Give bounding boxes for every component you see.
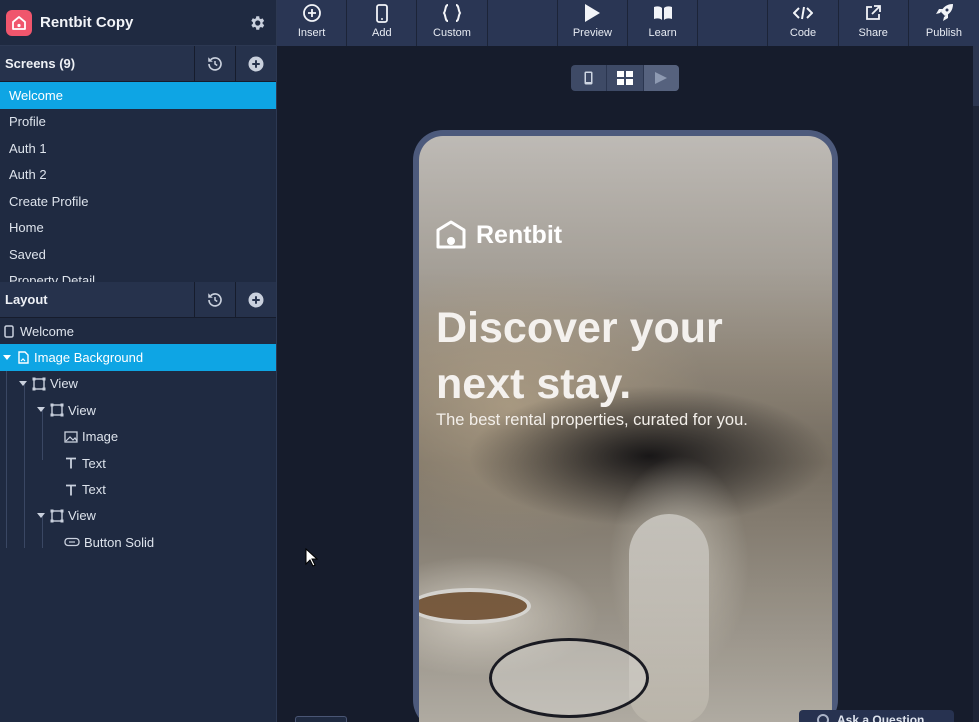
- ask-question-button[interactable]: Ask a Question: [799, 710, 954, 722]
- toolbar-spacer: [488, 0, 558, 46]
- headline-text: Discover your next stay.: [436, 304, 723, 408]
- layout-title: Layout: [5, 292, 48, 307]
- add-component-button[interactable]: [235, 282, 276, 317]
- tree-node-button-solid[interactable]: Button Solid: [0, 529, 276, 555]
- custom-button[interactable]: Custom: [417, 0, 488, 46]
- document-image-icon: [16, 351, 30, 365]
- text-icon: [64, 483, 78, 497]
- preview-button[interactable]: Preview: [558, 0, 629, 46]
- mouse-cursor-icon: [305, 548, 319, 567]
- tree-node-text[interactable]: Text: [0, 450, 276, 476]
- tree-node-label: Button Solid: [84, 534, 155, 550]
- device-view-button[interactable]: [571, 65, 608, 91]
- tree-node-label: Image Background: [34, 350, 144, 366]
- history-icon: [208, 292, 222, 307]
- tree-node-label: Text: [82, 482, 106, 498]
- grid-icon: [616, 71, 633, 85]
- tree-node-label: View: [68, 402, 96, 418]
- frame-icon: [50, 403, 64, 417]
- insert-button[interactable]: Insert: [277, 0, 348, 46]
- canvas-dock-tab[interactable]: [295, 716, 347, 722]
- toolbar-spacer: [698, 0, 769, 46]
- layout-history-button[interactable]: [194, 282, 235, 317]
- tree-node-label: Welcome: [20, 323, 74, 339]
- tree-node-label: Text: [82, 455, 106, 471]
- screens-section-header: Screens (9): [0, 46, 276, 82]
- text-icon: [64, 456, 78, 470]
- left-sidebar: Rentbit Copy Screens (9) Welcome Profile…: [0, 0, 277, 722]
- screen-item-saved[interactable]: Saved: [0, 241, 276, 268]
- publish-button[interactable]: Publish: [909, 0, 979, 46]
- add-button[interactable]: Add: [347, 0, 418, 46]
- play-icon: [655, 72, 668, 84]
- tree-node-label: Image: [82, 429, 119, 445]
- plus-circle-icon: [248, 292, 264, 307]
- app-header: Rentbit Copy: [0, 0, 276, 46]
- screen-item-welcome[interactable]: Welcome: [0, 82, 276, 109]
- layout-tree: Welcome Image Background View View Image…: [0, 318, 276, 556]
- help-circle-icon: [817, 714, 829, 722]
- rocket-icon: [934, 3, 954, 23]
- code-icon: [793, 3, 814, 23]
- screen-item-profile[interactable]: Profile: [0, 109, 276, 136]
- add-screen-button[interactable]: [235, 46, 276, 81]
- screen-item-auth-2[interactable]: Auth 2: [0, 162, 276, 189]
- design-canvas[interactable]: Rentbit Discover your next stay. The bes…: [277, 46, 979, 722]
- screens-history-button[interactable]: [194, 46, 235, 81]
- brand-lockup: Rentbit: [436, 220, 562, 250]
- screen-item-home[interactable]: Home: [0, 215, 276, 242]
- tree-node-image[interactable]: Image: [0, 424, 276, 450]
- book-icon: [653, 3, 673, 23]
- screen-item-auth-1[interactable]: Auth 1: [0, 135, 276, 162]
- tree-node-label: View: [68, 508, 96, 524]
- caret-down-icon[interactable]: [36, 405, 46, 415]
- app-logo-icon: [6, 9, 32, 36]
- screens-title: Screens (9): [5, 56, 76, 71]
- play-view-button[interactable]: [643, 65, 679, 91]
- frame-icon: [32, 377, 46, 391]
- learn-button[interactable]: Learn: [628, 0, 699, 46]
- scrollbar-thumb[interactable]: [973, 46, 979, 106]
- tree-node-label: View: [50, 376, 78, 392]
- top-toolbar: Insert Add Custom Preview Learn Code Sha…: [277, 0, 979, 46]
- screen-item-property-detail[interactable]: Property Detail: [0, 268, 276, 282]
- share-button[interactable]: Share: [839, 0, 909, 46]
- tree-node-text[interactable]: Text: [0, 476, 276, 502]
- phone-icon: [2, 324, 16, 338]
- grid-view-button[interactable]: [607, 65, 644, 91]
- brand-name: Rentbit: [476, 220, 563, 249]
- tree-node-view[interactable]: View: [0, 503, 276, 529]
- tree-node-view[interactable]: View: [0, 397, 276, 423]
- settings-gear-icon[interactable]: [246, 12, 268, 34]
- plus-circle-icon: [302, 3, 322, 23]
- button-icon: [64, 535, 80, 549]
- house-logo-icon: [436, 220, 466, 249]
- code-button[interactable]: Code: [768, 0, 839, 46]
- caret-down-icon[interactable]: [36, 511, 46, 521]
- welcome-screen-preview[interactable]: Rentbit Discover your next stay. The bes…: [419, 136, 832, 722]
- screen-list: Welcome Profile Auth 1 Auth 2 Create Pro…: [0, 82, 276, 282]
- caret-down-icon[interactable]: [2, 353, 12, 363]
- app-name: Rentbit Copy: [40, 14, 134, 31]
- screen-item-create-profile[interactable]: Create Profile: [0, 188, 276, 215]
- tree-node-image-background[interactable]: Image Background: [0, 344, 276, 371]
- phone-frame: Rentbit Discover your next stay. The bes…: [413, 130, 838, 722]
- caret-down-icon[interactable]: [18, 379, 28, 389]
- external-link-icon: [865, 3, 882, 23]
- image-icon: [64, 430, 78, 444]
- phone-icon: [584, 71, 593, 85]
- history-icon: [208, 56, 222, 71]
- canvas-scrollbar[interactable]: [973, 46, 979, 722]
- subline-text: The best rental properties, curated for …: [436, 411, 748, 429]
- tree-node-view[interactable]: View: [0, 371, 276, 397]
- phone-icon: [375, 3, 388, 23]
- view-mode-switch: [571, 65, 679, 91]
- tree-node-welcome[interactable]: Welcome: [0, 318, 276, 344]
- braces-icon: [442, 3, 462, 23]
- plus-circle-icon: [248, 56, 264, 71]
- layout-section-header: Layout: [0, 282, 276, 318]
- play-icon: [583, 3, 601, 23]
- frame-icon: [50, 509, 64, 523]
